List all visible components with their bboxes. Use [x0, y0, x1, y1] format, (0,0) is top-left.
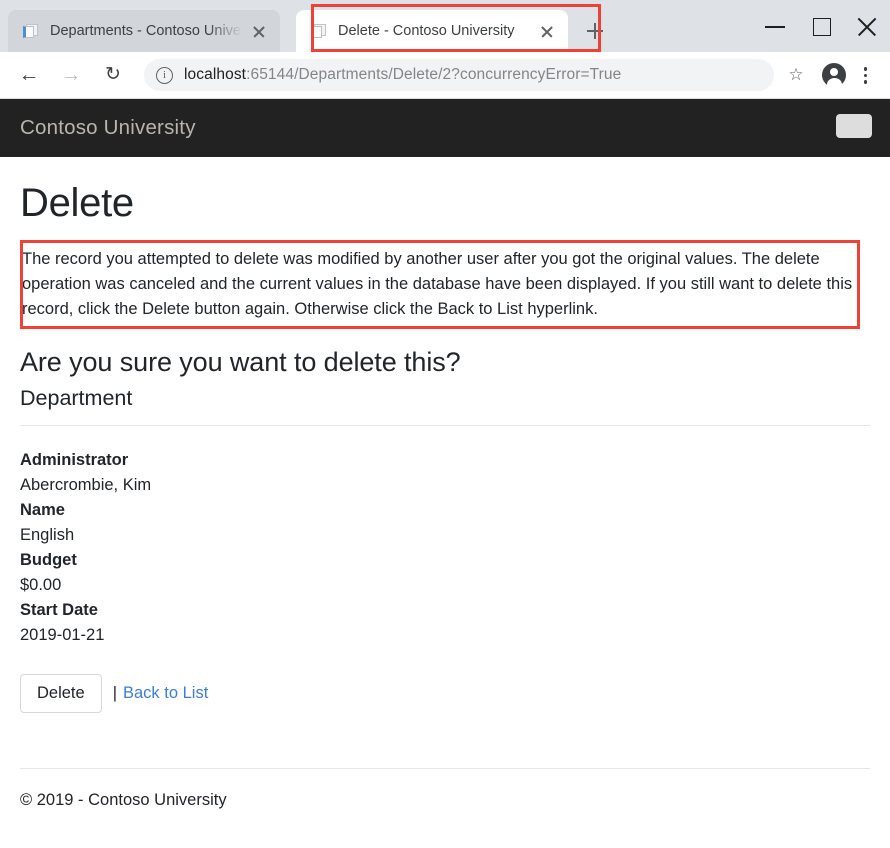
site-footer: © 2019 - Contoso University [0, 768, 890, 848]
concurrency-error-message: The record you attempted to delete was m… [20, 240, 870, 329]
close-icon[interactable] [536, 20, 558, 42]
url-text: localhost:65144/Departments/Delete/2?con… [184, 66, 621, 84]
field-label-administrator: Administrator [20, 448, 870, 473]
navbar-toggler-button[interactable] [836, 114, 872, 138]
browser-tab-delete[interactable]: Delete - Contoso University [296, 10, 568, 52]
site-info-icon[interactable]: i [156, 67, 173, 84]
field-label-budget: Budget [20, 548, 870, 573]
browser-menu-icon[interactable] [854, 60, 876, 90]
new-tab-button[interactable] [580, 16, 610, 46]
field-value-budget: $0.00 [20, 573, 870, 598]
site-navbar: Contoso University [0, 99, 890, 157]
close-window-button[interactable] [844, 3, 890, 49]
action-row: Delete | Back to List [20, 674, 870, 713]
tab-title: Delete - Contoso University [338, 10, 530, 52]
error-text: The record you attempted to delete was m… [20, 240, 870, 329]
back-to-list-link[interactable]: Back to List [123, 684, 208, 703]
divider [20, 425, 870, 426]
tab-strip: Departments - Contoso Universit Delete -… [0, 0, 890, 52]
footer-text: © 2019 - Contoso University [20, 769, 870, 848]
url-path: :65144/Departments/Delete/2?concurrencyE… [246, 66, 621, 83]
field-label-name: Name [20, 498, 870, 523]
reload-icon[interactable]: ↻ [96, 58, 130, 92]
field-label-start-date: Start Date [20, 598, 870, 623]
page-title: Delete [20, 181, 870, 226]
forward-icon[interactable]: → [54, 58, 88, 92]
document-favicon-icon [22, 23, 39, 40]
field-value-start-date: 2019-01-21 [20, 623, 870, 648]
field-value-administrator: Abercrombie, Kim [20, 473, 870, 498]
field-value-name: English [20, 523, 870, 548]
window-controls [752, 0, 890, 52]
delete-button[interactable]: Delete [20, 674, 102, 713]
entity-name: Department [20, 386, 870, 411]
back-icon[interactable]: ← [12, 58, 46, 92]
department-details-list: Administrator Abercrombie, Kim Name Engl… [20, 448, 870, 648]
close-icon[interactable] [248, 20, 270, 42]
browser-toolbar: ← → ↻ i localhost:65144/Departments/Dele… [0, 52, 890, 99]
tab-title: Departments - Contoso Universit [50, 10, 242, 52]
confirm-question: Are you sure you want to delete this? [20, 347, 870, 378]
bookmark-star-icon[interactable]: ☆ [782, 61, 810, 89]
document-favicon-icon [310, 23, 327, 40]
action-separator: | [113, 684, 117, 703]
browser-tab-departments[interactable]: Departments - Contoso Universit [8, 10, 280, 52]
web-page: Contoso University Delete The record you… [0, 99, 890, 848]
maximize-button[interactable] [798, 3, 844, 49]
minimize-button[interactable] [752, 3, 798, 49]
navbar-brand[interactable]: Contoso University [20, 116, 196, 140]
page-container: Delete The record you attempted to delet… [0, 181, 890, 713]
browser-window: Departments - Contoso Universit Delete -… [0, 0, 890, 848]
profile-avatar-icon[interactable] [822, 63, 846, 87]
url-host: localhost [184, 66, 246, 83]
address-bar[interactable]: i localhost:65144/Departments/Delete/2?c… [144, 59, 774, 91]
